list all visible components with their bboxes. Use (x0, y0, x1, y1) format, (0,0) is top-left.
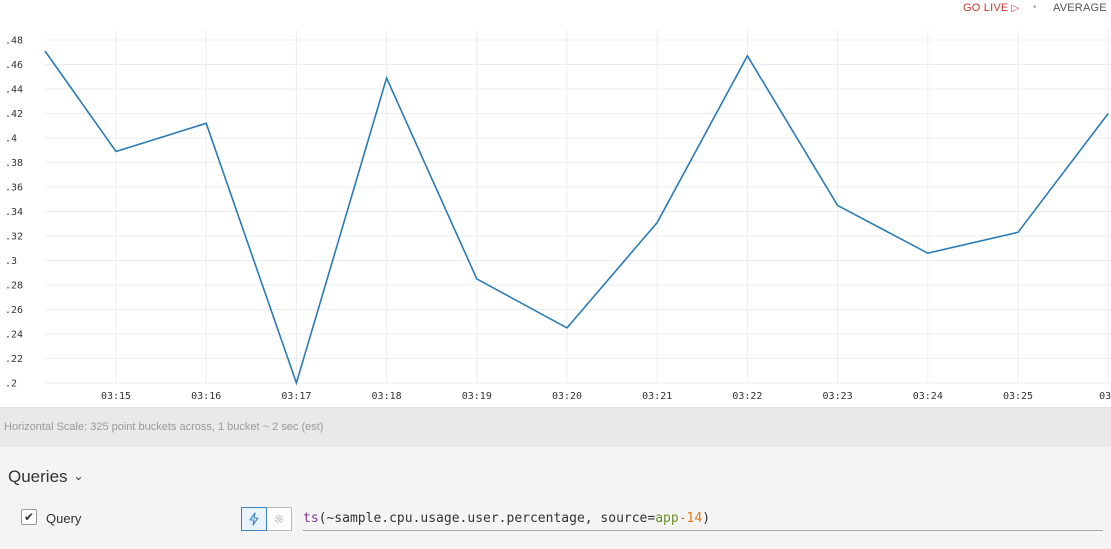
x-tick-label: 03:23 (823, 391, 853, 402)
line-chart[interactable]: .48 .46 .44 .42 .4 .38 .36 .34 .32 .3 .28 .26 .24 .22… (0, 18, 1111, 407)
x-tick-label: 03:22 (732, 391, 762, 402)
go-live-button[interactable]: GO LIVE ▷ (963, 2, 1019, 14)
y-tick-label: .34 (5, 207, 23, 218)
x-tick-label: 03:19 (462, 391, 492, 402)
x-tick-label: 03:24 (913, 391, 943, 402)
chevron-down-icon: ⌄ (73, 469, 84, 483)
x-tick-label: 03: (1099, 391, 1111, 402)
y-tick-label: .22 (5, 354, 23, 365)
x-tick-label: 03:17 (281, 391, 311, 402)
chart-toolbar: GO LIVE ▷ • AVERAGE (0, 0, 1111, 18)
x-tick-label: 03:15 (101, 391, 131, 402)
y-tick-label: .36 (5, 183, 23, 194)
query-close-paren: ) (702, 511, 711, 526)
y-tick-label: .2 (5, 379, 17, 390)
query-mode-toggle (241, 507, 292, 531)
horizontal-scale-bar: Horizontal Scale: 325 point buckets acro… (0, 407, 1111, 448)
y-tick-label: .32 (5, 232, 23, 243)
play-icon: ▷ (1011, 3, 1020, 14)
query-metric: ~sample.cpu.usage.user.percentage (326, 511, 585, 526)
query-enabled-checkbox[interactable]: ✔ (21, 509, 37, 525)
x-tick-label: 03:20 (552, 391, 582, 402)
y-tick-label: .26 (5, 305, 23, 316)
x-tick-label: 03:25 (1003, 391, 1033, 402)
lightning-icon (249, 512, 259, 526)
series-line (44, 50, 1109, 386)
y-tick-label: .24 (5, 330, 23, 341)
x-tick-label: 03:18 (372, 391, 402, 402)
query-editor-mode-button[interactable] (241, 507, 267, 531)
separator-dot: • (1033, 2, 1037, 13)
query-source-value: app (655, 511, 679, 526)
go-live-label: GO LIVE (963, 2, 1009, 14)
y-tick-label: .42 (5, 109, 23, 120)
horizontal-scale-text: Horizontal Scale: 325 point buckets acro… (4, 421, 324, 433)
queries-title: Queries (8, 467, 68, 486)
y-tick-label: .48 (5, 36, 23, 47)
query-source-number: 14 (686, 511, 703, 526)
x-tick-label: 03:16 (191, 391, 221, 402)
queries-toggle[interactable]: Queries ⌄ (8, 467, 84, 487)
y-tick-label: .28 (5, 281, 23, 292)
gear-icon (274, 514, 284, 524)
query-name-label: Query (46, 511, 82, 526)
y-tick-label: .44 (5, 85, 23, 96)
query-input[interactable]: ts(~sample.cpu.usage.user.percentage, so… (303, 511, 1103, 531)
y-tick-label: .3 (5, 256, 17, 267)
x-tick-label: 03:21 (642, 391, 672, 402)
summarization-average[interactable]: AVERAGE (1053, 2, 1107, 14)
chart-svg: .48 .46 .44 .42 .4 .38 .36 .34 .32 .3 .28 .26 .24 .22… (5, 30, 1111, 402)
y-tick-label: .38 (5, 158, 23, 169)
query-builder-mode-button[interactable] (267, 507, 292, 531)
y-tick-label: .46 (5, 60, 23, 71)
query-source-key: source (600, 511, 648, 526)
query-panel: Queries ⌄ ✔ Query ts(~sample.cpu.usage.us… (0, 447, 1111, 549)
y-tick-label: .4 (5, 134, 17, 145)
query-comma: , (584, 511, 601, 526)
query-source-dash: - (678, 511, 687, 526)
query-function: ts (303, 511, 319, 526)
